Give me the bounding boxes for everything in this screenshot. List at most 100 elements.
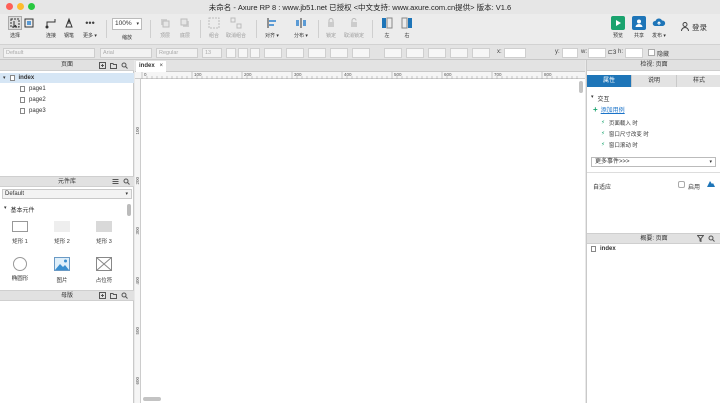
event-window-scroll[interactable]: ⚡ 窗口滚动 时 — [601, 141, 638, 149]
connect-select-button[interactable] — [18, 16, 40, 30]
library-scrollbar[interactable] — [127, 204, 131, 216]
search-icon[interactable] — [708, 235, 715, 242]
more-events-select[interactable]: 更多事件>>> ▾ — [591, 157, 716, 167]
share-button[interactable]: 共享 — [628, 16, 650, 39]
left-button[interactable]: 左 — [376, 16, 398, 39]
widget-rect-3[interactable]: 矩形 3 — [87, 221, 121, 245]
event-page-load[interactable]: ⚡ 页面载入 时 — [601, 119, 638, 127]
page-name: index — [18, 75, 35, 81]
right-button[interactable]: 右 — [396, 16, 418, 39]
underline-button[interactable] — [250, 48, 260, 58]
search-icon[interactable] — [121, 62, 128, 69]
page-tree-item-index[interactable]: ▾ index — [0, 73, 134, 83]
ruler-label: 100 — [135, 127, 140, 135]
adaptive-label: 自适应 — [593, 185, 612, 191]
horizontal-scrollbar[interactable] — [143, 397, 161, 401]
italic-button[interactable] — [238, 48, 248, 58]
adaptive-views-icon[interactable] — [706, 180, 716, 190]
ungroup-button[interactable]: 取消组合 — [225, 16, 247, 39]
masters-panel-title: 母版 — [60, 293, 73, 299]
interaction-section-header[interactable]: ▾ 交互 — [591, 94, 610, 103]
zoom-label: 缩放 — [121, 35, 132, 41]
enable-adaptive-checkbox[interactable] — [678, 181, 685, 188]
event-label: 窗口滚动 时 — [608, 143, 638, 149]
widget-placeholder[interactable]: 占位符 — [87, 257, 121, 284]
widget-image[interactable]: 图片 — [45, 257, 79, 284]
pen-button[interactable]: 钢笔 — [58, 16, 80, 39]
y-input[interactable] — [562, 48, 578, 58]
align-center-text-button[interactable] — [406, 48, 424, 58]
bring-to-top-button[interactable]: 顶层 — [154, 16, 176, 39]
preview-button[interactable]: 预览 — [607, 16, 629, 39]
share-users-icon — [632, 16, 646, 30]
add-page-icon[interactable] — [99, 62, 106, 69]
align-button[interactable]: 对齐 ▾ — [261, 16, 283, 39]
menu-lines-icon[interactable] — [112, 178, 119, 185]
toolbar-separator — [256, 20, 257, 38]
tab-style[interactable]: 样式 — [677, 75, 720, 87]
filter-icon[interactable] — [696, 235, 705, 243]
text-color-select[interactable] — [264, 48, 282, 58]
right-label: 右 — [404, 33, 410, 39]
font-select[interactable]: Arial — [100, 48, 152, 58]
zoom-select[interactable]: 100% ▾ — [112, 18, 142, 30]
page-tree-item-page2[interactable]: page2 — [0, 95, 134, 105]
w-label: w: — [581, 49, 587, 55]
page-icon — [20, 86, 25, 92]
group-button[interactable]: 组合 — [203, 16, 225, 39]
align-right-text-button[interactable] — [428, 48, 446, 58]
close-icon[interactable]: × — [159, 61, 163, 72]
bold-button[interactable] — [226, 48, 236, 58]
library-select[interactable]: Default ▾ — [2, 189, 132, 199]
send-to-bottom-button[interactable]: 底层 — [174, 16, 196, 39]
distribute-button[interactable]: 分布 ▾ — [290, 16, 312, 39]
widget-ellipse[interactable]: 椭圆形 — [3, 257, 37, 282]
padding-button[interactable] — [472, 48, 490, 58]
widget-rect-2[interactable]: 矩形 2 — [45, 221, 79, 245]
h-input[interactable] — [625, 48, 643, 58]
outline-item-index[interactable]: index — [591, 246, 616, 252]
tab-notes[interactable]: 说明 — [632, 75, 677, 87]
search-icon[interactable] — [121, 292, 128, 299]
tab-properties[interactable]: 属性 — [587, 75, 632, 87]
page-tree-item-page3[interactable]: page3 — [0, 106, 134, 116]
line-color-select[interactable] — [308, 48, 326, 58]
weight-select[interactable]: Regular — [156, 48, 198, 58]
tab-label: 说明 — [647, 78, 660, 84]
line-width-select[interactable] — [330, 48, 348, 58]
valign-button[interactable] — [450, 48, 468, 58]
publish-button[interactable]: 发布 ▾ — [648, 16, 670, 39]
line-style-select[interactable] — [352, 48, 370, 58]
align-left-text-button[interactable] — [384, 48, 402, 58]
fill-color-select[interactable] — [286, 48, 304, 58]
vertical-scrollbar[interactable] — [579, 81, 583, 93]
hidden-checkbox[interactable] — [648, 49, 655, 56]
unlock-button[interactable]: 取消锁定 — [343, 16, 365, 39]
add-case-link[interactable]: + 添加用例 — [593, 105, 625, 114]
lock-button[interactable]: 锁定 — [320, 16, 342, 39]
login-button[interactable]: 登录 — [681, 22, 707, 33]
pen-label: 钢笔 — [63, 33, 74, 39]
more-button[interactable]: ••• 更多 ▾ — [79, 16, 101, 39]
tab-label: index — [139, 63, 155, 69]
library-section-header[interactable]: ▾ 基本元件 — [4, 205, 35, 214]
collapse-arrow-icon[interactable]: ▾ — [3, 73, 6, 83]
tab-index[interactable]: index × — [136, 61, 166, 72]
event-window-resize[interactable]: ⚡ 窗口尺寸改变 时 — [601, 130, 649, 138]
add-master-icon[interactable] — [99, 292, 106, 299]
add-case-label: 添加用例 — [600, 108, 625, 114]
publish-label: 发布 ▾ — [652, 33, 666, 39]
style-select[interactable]: Default — [3, 48, 95, 58]
size-select[interactable]: 13 — [202, 48, 222, 58]
page-icon — [20, 108, 25, 114]
w-input[interactable] — [588, 48, 606, 58]
widget-rect-1[interactable]: 矩形 1 — [3, 221, 37, 245]
add-folder-icon[interactable] — [110, 62, 117, 69]
x-input[interactable] — [504, 48, 526, 58]
lock-ratio-icon[interactable]: ⊏3 — [608, 49, 616, 56]
add-folder-icon[interactable] — [110, 292, 117, 299]
search-icon[interactable] — [123, 178, 130, 185]
widget-label: 椭圆形 — [11, 276, 29, 282]
page-tree-item-page1[interactable]: page1 — [0, 84, 134, 94]
connector-icon — [44, 16, 58, 30]
